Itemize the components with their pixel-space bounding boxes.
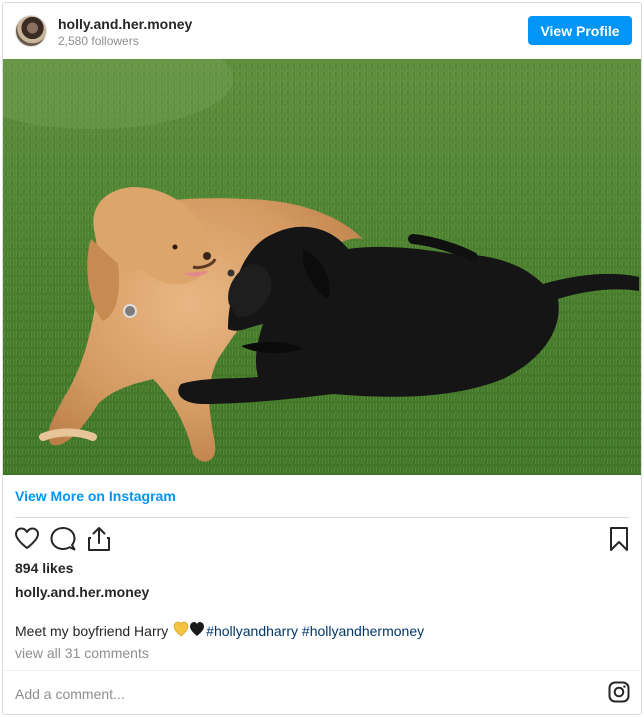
divider <box>3 670 641 671</box>
post-author[interactable]: holly.and.her.money <box>15 584 149 600</box>
like-count[interactable]: 894 likes <box>15 560 73 576</box>
view-profile-button[interactable]: View Profile <box>528 16 632 45</box>
instagram-embed-card: holly.and.her.money 2,580 followers View… <box>2 2 642 715</box>
post-header: holly.and.her.money 2,580 followers View… <box>3 3 641 59</box>
post-photo[interactable] <box>3 59 641 475</box>
comment-icon[interactable] <box>49 525 77 553</box>
hashtag-link[interactable]: #hollyandharry <box>206 623 298 639</box>
view-all-comments-link[interactable]: view all 31 comments <box>15 645 149 661</box>
add-comment-input[interactable]: Add a comment... <box>15 686 125 702</box>
view-more-on-instagram-link[interactable]: View More on Instagram <box>15 488 176 504</box>
caption-text: Meet my boyfriend Harry <box>15 623 173 639</box>
instagram-logo-icon[interactable] <box>608 681 630 703</box>
divider <box>15 517 629 518</box>
hashtag-link[interactable]: #hollyandhermoney <box>302 623 424 639</box>
action-bar <box>3 525 641 555</box>
share-icon[interactable] <box>85 525 113 553</box>
bookmark-icon[interactable] <box>605 525 633 553</box>
heart-emojis <box>173 621 205 637</box>
avatar[interactable] <box>15 15 47 47</box>
heart-icon[interactable] <box>13 525 41 553</box>
yellow-heart-icon <box>173 621 189 637</box>
black-heart-icon <box>190 622 205 636</box>
post-caption: Meet my boyfriend Harry #hollyandharry #… <box>15 620 424 639</box>
header-username[interactable]: holly.and.her.money <box>58 16 192 32</box>
follower-count: 2,580 followers <box>58 34 139 48</box>
